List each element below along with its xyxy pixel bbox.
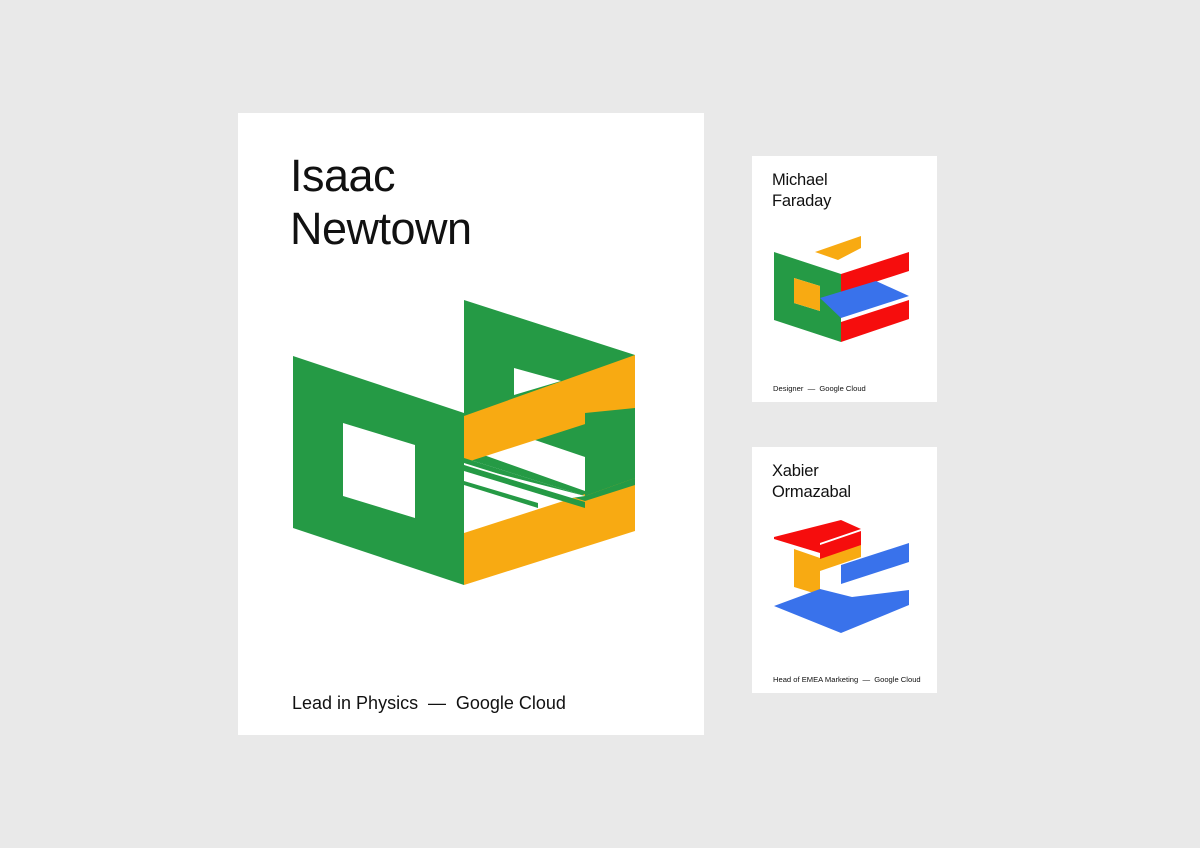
blue-lower-slab (774, 589, 909, 633)
em-dash-separator: — (807, 384, 816, 393)
isometric-logo-rgb-b (774, 520, 909, 633)
role-text: Lead in Physics (292, 693, 419, 713)
profile-card-large: Isaac Newtown Lead in Physics — Google Clo… (238, 113, 704, 735)
green-square-frame (293, 356, 464, 585)
profile-card-small-faraday: Michael Faraday Designer — Google Cloud (752, 156, 937, 402)
card-footer: Head of EMEA Marketing — Google Cloud (773, 675, 921, 684)
company-text: Google Cloud (819, 384, 866, 393)
card-footer: Lead in Physics — Google Cloud (292, 693, 566, 714)
isometric-logo-green-yellow (293, 300, 635, 585)
company-text: Google Cloud (455, 693, 566, 713)
yellow-side-panel (794, 549, 820, 595)
em-dash-separator: — (427, 693, 446, 713)
yellow-top-tab (815, 236, 861, 260)
isometric-logo-rgb-a (774, 236, 909, 342)
card-footer: Designer — Google Cloud (773, 384, 866, 393)
role-text: Head of EMEA Marketing (773, 675, 859, 684)
em-dash-separator: — (862, 675, 871, 684)
role-text: Designer (773, 384, 804, 393)
profile-card-small-ormazabal: Xabier Ormazabal Head of EMEA Marketing —… (752, 447, 937, 693)
company-text: Google Cloud (874, 675, 921, 684)
